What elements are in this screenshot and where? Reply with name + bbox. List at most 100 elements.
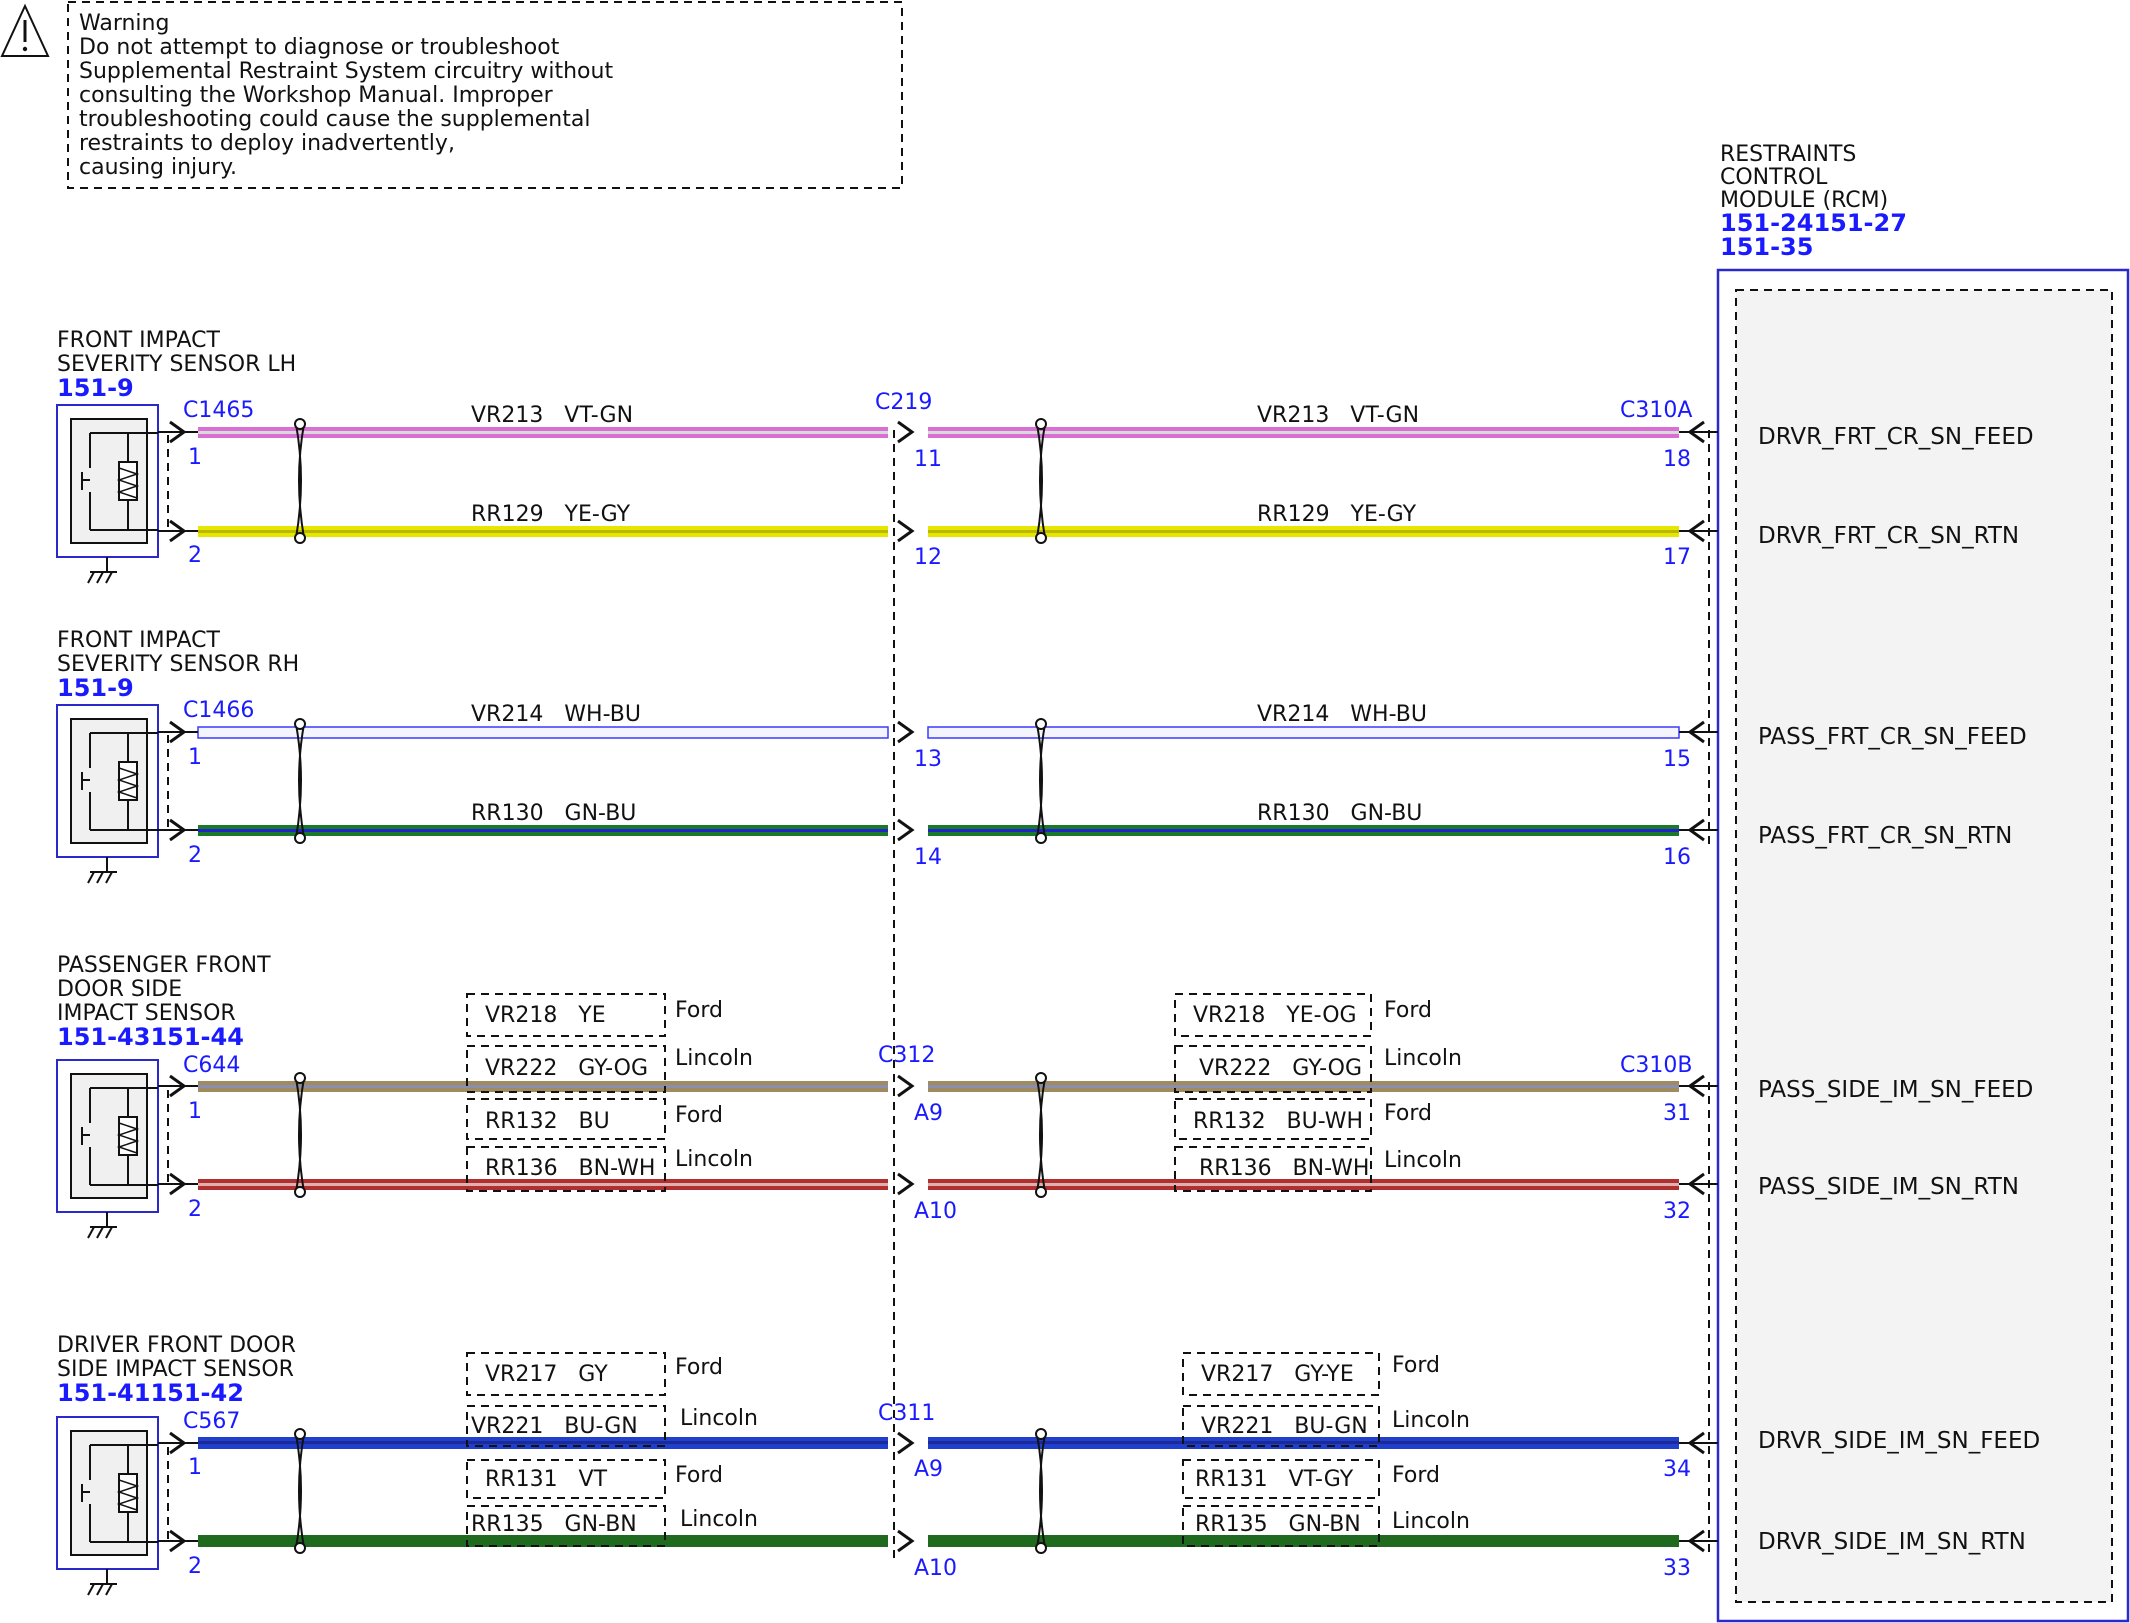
pin-number: 34 xyxy=(1663,1457,1691,1482)
pin-number: 17 xyxy=(1663,545,1691,570)
pin-number: 31 xyxy=(1663,1101,1691,1126)
signal-name: PASS_FRT_CR_SN_RTN xyxy=(1758,823,2012,849)
warning-line: restraints to deploy inadvertently, xyxy=(79,131,455,156)
wire-stripe xyxy=(928,1085,1679,1088)
pin-number: 15 xyxy=(1663,747,1691,772)
variant-brand: Ford xyxy=(1392,1463,1440,1488)
signal-name: DRVR_SIDE_IM_SN_FEED xyxy=(1758,1428,2040,1454)
wire-label: RR130 GN-BU xyxy=(1257,801,1422,826)
pin-number: A9 xyxy=(914,1101,943,1126)
warning-triangle-icon xyxy=(0,3,50,57)
wire xyxy=(158,1437,1718,1449)
rcm-connector-id: C310A xyxy=(1620,398,1692,423)
rcm-module-inner xyxy=(1735,289,2113,1603)
wiring-diagram: Warning Do not attempt to diagnose or tr… xyxy=(0,1,2130,1623)
variant-brand: Lincoln xyxy=(1392,1509,1470,1534)
sensor-connector-id: C1466 xyxy=(183,698,254,723)
pin-number: 1 xyxy=(188,745,202,770)
pin-number: 2 xyxy=(188,543,202,568)
signal-name: PASS_SIDE_IM_SN_RTN xyxy=(1758,1174,2019,1200)
pin-number: 33 xyxy=(1663,1556,1691,1581)
variant-label: RR131 VT xyxy=(485,1467,608,1492)
variant-brand: Ford xyxy=(675,998,723,1023)
pin-number: 1 xyxy=(188,445,202,470)
wire-stripe xyxy=(198,829,888,832)
variant-brand: Lincoln xyxy=(680,1507,758,1532)
inline-connector-id: C219 xyxy=(875,390,932,415)
warning-line: troubleshooting could cause the suppleme… xyxy=(79,107,590,132)
variant-label: VR218 YE-OG xyxy=(1193,1003,1357,1028)
connector-arrow xyxy=(169,1431,1705,1553)
sensor-connector-id: C567 xyxy=(183,1409,240,1434)
variant-label: RR132 BU xyxy=(485,1109,610,1134)
variant-brand: Lincoln xyxy=(1392,1408,1470,1433)
rcm-title: CONTROL xyxy=(1720,165,1828,190)
sensor-title: DRIVER FRONT DOOR xyxy=(57,1333,296,1358)
variant-label: RR135 GN-BN xyxy=(471,1512,637,1537)
pin-number: 2 xyxy=(188,1197,202,1222)
variant-label: VR221 BU-GN xyxy=(1201,1414,1368,1439)
variant-brand: Lincoln xyxy=(675,1046,753,1071)
variant-label: VR221 BU-GN xyxy=(471,1414,638,1439)
pin-number: 1 xyxy=(188,1455,202,1480)
warning-text: Warning Do not attempt to diagnose or tr… xyxy=(79,11,613,180)
wire-stripe xyxy=(198,1183,888,1186)
wire xyxy=(158,526,1718,537)
variant-label: VR222 GY-OG xyxy=(1199,1056,1362,1081)
variant-label: RR136 BN-WH xyxy=(485,1156,655,1181)
wire-label: RR130 GN-BU xyxy=(471,801,636,826)
sensor-title: FRONT IMPACT xyxy=(57,628,220,653)
wire-label: VR213 VT-GN xyxy=(471,403,633,428)
ground-icon xyxy=(87,857,117,884)
wire-label: VR213 VT-GN xyxy=(1257,403,1419,428)
rcm-title: RESTRAINTS xyxy=(1720,142,1856,167)
pin-number: 14 xyxy=(914,845,942,870)
impact-sensor-icon xyxy=(70,1073,158,1199)
wire-label: VR214 WH-BU xyxy=(471,702,641,727)
wire-stripe xyxy=(928,829,1679,832)
sensor-ref: 151-9 xyxy=(57,674,134,702)
sensor-title: FRONT IMPACT xyxy=(57,328,220,353)
pin-number: 18 xyxy=(1663,447,1691,472)
pin-number: 1 xyxy=(188,1099,202,1124)
wire-label: RR129 YE-GY xyxy=(1257,502,1417,527)
wire xyxy=(158,1081,1718,1092)
wire-stripe xyxy=(928,1441,1679,1444)
signal-name: PASS_FRT_CR_SN_FEED xyxy=(1758,724,2027,750)
sensor-connector-id: C1465 xyxy=(183,398,254,423)
wire xyxy=(158,726,1718,739)
pin-number: A10 xyxy=(914,1199,957,1224)
wire-stripe xyxy=(928,1183,1679,1186)
wire xyxy=(158,1179,1718,1190)
variant-brand: Lincoln xyxy=(1384,1148,1462,1173)
ground-icon xyxy=(87,1212,117,1239)
sensor-ref: 151-41151-42 xyxy=(57,1379,244,1407)
sensor-connector-id: C644 xyxy=(183,1053,240,1078)
warning-line: consulting the Workshop Manual. Improper xyxy=(79,83,554,108)
impact-sensor-icon xyxy=(70,418,158,544)
variant-brand: Ford xyxy=(675,1103,723,1128)
wire-stripe xyxy=(928,431,1679,434)
impact-sensor-icon xyxy=(70,718,158,844)
variant-label: VR217 GY xyxy=(485,1362,608,1387)
wire-label: VR214 WH-BU xyxy=(1257,702,1427,727)
ground-icon xyxy=(87,557,117,584)
variant-brand: Ford xyxy=(1384,1101,1432,1126)
variant-brand: Ford xyxy=(1384,998,1432,1023)
pin-number: 32 xyxy=(1663,1199,1691,1224)
rcm-header: RESTRAINTS CONTROL MODULE (RCM) 151-2415… xyxy=(1720,142,1907,261)
sensor-ref: 151-43151-44 xyxy=(57,1023,244,1051)
variant-label: RR131 VT-GY xyxy=(1195,1467,1354,1492)
rcm-ref: 151-35 xyxy=(1720,233,1813,261)
variant-label: RR132 BU-WH xyxy=(1193,1109,1363,1134)
signal-name: PASS_SIDE_IM_SN_FEED xyxy=(1758,1077,2033,1103)
pin-number: 12 xyxy=(914,545,942,570)
variant-label: VR218 YE xyxy=(485,1003,606,1028)
variant-brand: Lincoln xyxy=(675,1147,753,1172)
sensor-title: DOOR SIDE xyxy=(57,977,182,1002)
rcm-connector-id: C310B xyxy=(1620,1053,1692,1078)
connector-arrow xyxy=(169,720,1705,842)
warning-line: causing injury. xyxy=(79,155,237,180)
signal-name: DRVR_FRT_CR_SN_RTN xyxy=(1758,523,2019,549)
sensor-ref: 151-9 xyxy=(57,374,134,402)
